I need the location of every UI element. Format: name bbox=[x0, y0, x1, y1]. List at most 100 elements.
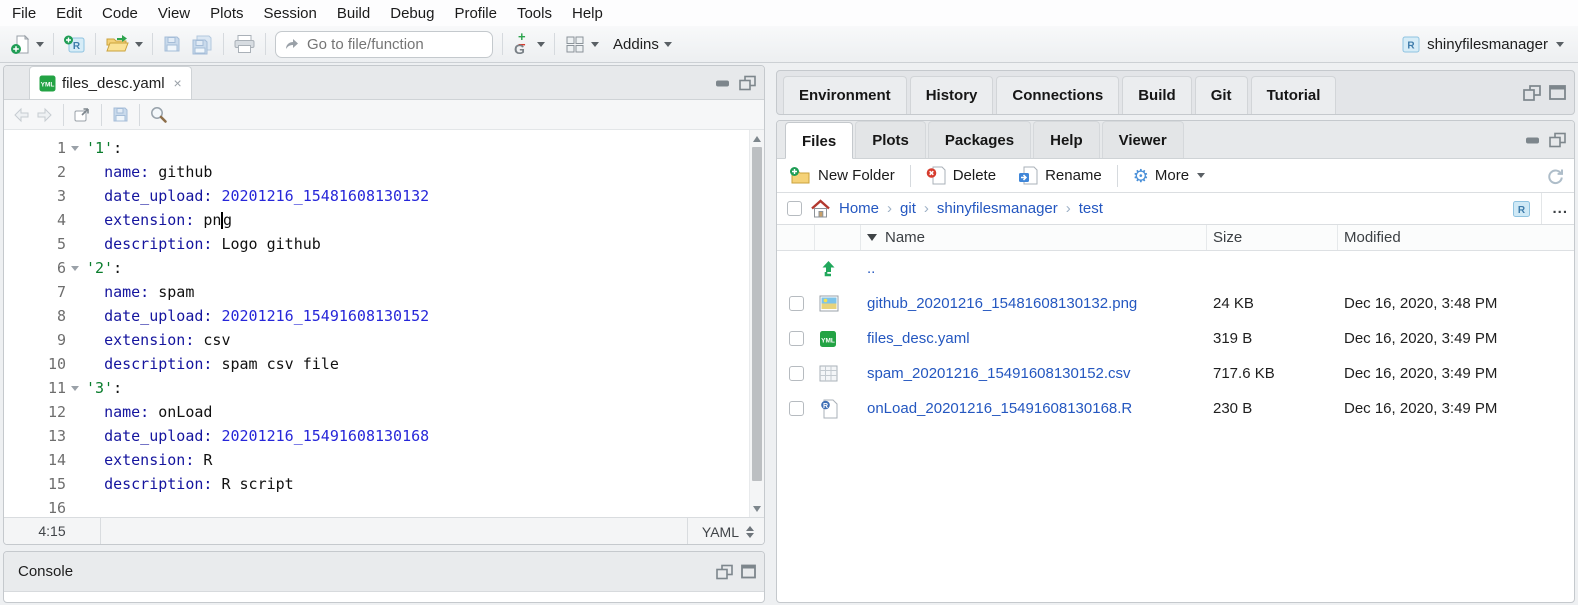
fold-toggle-icon[interactable] bbox=[66, 256, 86, 280]
fold-toggle-icon[interactable] bbox=[66, 136, 86, 160]
forward-icon[interactable] bbox=[35, 107, 54, 123]
header-name[interactable]: Name bbox=[861, 225, 1207, 250]
refresh-icon[interactable] bbox=[1545, 165, 1566, 186]
print-button[interactable] bbox=[229, 31, 260, 57]
tab-connections[interactable]: Connections bbox=[996, 76, 1119, 114]
goto-file-input[interactable] bbox=[307, 36, 457, 53]
editor-vertical-scrollbar[interactable] bbox=[749, 130, 764, 517]
tab-history[interactable]: History bbox=[910, 76, 994, 114]
header-modified[interactable]: Modified bbox=[1338, 225, 1574, 250]
table-row[interactable]: github_20201216_15481608130132.png24 KBD… bbox=[777, 286, 1574, 321]
code-line[interactable]: 16 bbox=[4, 496, 764, 520]
code-line[interactable]: 8 date_upload: 20201216_15491608130152 bbox=[4, 304, 764, 328]
code-line[interactable]: 2 name: github bbox=[4, 160, 764, 184]
menu-item-session[interactable]: Session bbox=[254, 2, 327, 25]
tab-files[interactable]: Files bbox=[785, 122, 853, 159]
home-icon[interactable] bbox=[810, 199, 831, 218]
open-in-new-window-icon[interactable] bbox=[73, 106, 92, 123]
breadcrumb-home[interactable]: Home bbox=[839, 200, 879, 217]
language-selector[interactable]: YAML bbox=[687, 518, 764, 545]
breadcrumb-git[interactable]: git bbox=[900, 200, 916, 217]
scrollbar-thumb[interactable] bbox=[752, 147, 762, 481]
code-line[interactable]: 3 date_upload: 20201216_15481608130132 bbox=[4, 184, 764, 208]
file-link[interactable]: github_20201216_15481608130132.png bbox=[861, 295, 1207, 312]
tab-help[interactable]: Help bbox=[1033, 121, 1100, 158]
menu-item-file[interactable]: File bbox=[2, 2, 46, 25]
menu-item-edit[interactable]: Edit bbox=[46, 2, 92, 25]
maximize-pane-icon[interactable] bbox=[739, 75, 756, 90]
code-line[interactable]: 4 extension: png bbox=[4, 208, 764, 232]
file-link[interactable]: onLoad_20201216_15491608130168.R bbox=[861, 400, 1207, 417]
menu-item-profile[interactable]: Profile bbox=[444, 2, 507, 25]
save-all-button[interactable] bbox=[186, 31, 218, 58]
code-line[interactable]: 9 extension: csv bbox=[4, 328, 764, 352]
workspace-panes-button[interactable] bbox=[560, 32, 603, 57]
code-line[interactable]: 6'2': bbox=[4, 256, 764, 280]
code-line[interactable]: 14 extension: R bbox=[4, 448, 764, 472]
goto-file-search[interactable] bbox=[275, 31, 493, 58]
minimize-pane-icon[interactable] bbox=[715, 77, 731, 89]
save-button[interactable] bbox=[158, 31, 186, 57]
restore-pane-icon[interactable] bbox=[1523, 85, 1541, 101]
tab-tutorial[interactable]: Tutorial bbox=[1251, 76, 1337, 114]
maximize-pane-icon[interactable] bbox=[1549, 85, 1566, 100]
close-tab-icon[interactable]: × bbox=[174, 75, 182, 91]
breadcrumb-shinyfilesmanager[interactable]: shinyfilesmanager bbox=[937, 200, 1058, 217]
code-line[interactable]: 1'1': bbox=[4, 136, 764, 160]
menu-item-code[interactable]: Code bbox=[92, 2, 148, 25]
code-line[interactable]: 10 description: spam csv file bbox=[4, 352, 764, 376]
more-button[interactable]: ⚙ More bbox=[1129, 165, 1209, 187]
scroll-up-icon[interactable] bbox=[753, 136, 761, 142]
scroll-down-icon[interactable] bbox=[753, 506, 761, 512]
menu-item-view[interactable]: View bbox=[148, 2, 200, 25]
back-icon[interactable] bbox=[12, 107, 31, 123]
addins-button[interactable]: Addins bbox=[609, 33, 676, 56]
code-line[interactable]: 5 description: Logo github bbox=[4, 232, 764, 256]
tab-packages[interactable]: Packages bbox=[928, 121, 1031, 158]
file-checkbox[interactable] bbox=[789, 401, 804, 416]
menu-item-tools[interactable]: Tools bbox=[507, 2, 562, 25]
file-link[interactable]: files_desc.yaml bbox=[861, 330, 1207, 347]
code-line[interactable]: 7 name: spam bbox=[4, 280, 764, 304]
code-line[interactable]: 11'3': bbox=[4, 376, 764, 400]
new-file-button[interactable] bbox=[6, 31, 48, 58]
minimize-pane-icon[interactable] bbox=[1525, 134, 1541, 146]
table-row[interactable]: spam_20201216_15491608130152.csv717.6 KB… bbox=[777, 356, 1574, 391]
code-line[interactable]: 12 name: onLoad bbox=[4, 400, 764, 424]
menu-item-plots[interactable]: Plots bbox=[200, 2, 253, 25]
file-checkbox[interactable] bbox=[789, 366, 804, 381]
select-all-checkbox[interactable] bbox=[787, 201, 802, 216]
code-line[interactable]: 13 date_upload: 20201216_15491608130168 bbox=[4, 424, 764, 448]
file-link[interactable]: spam_20201216_15491608130152.csv bbox=[861, 365, 1207, 382]
tab-git[interactable]: Git bbox=[1195, 76, 1248, 114]
project-selector[interactable]: R shinyfilesmanager bbox=[1397, 31, 1572, 57]
menu-item-build[interactable]: Build bbox=[327, 2, 380, 25]
maximize-pane-icon[interactable] bbox=[1549, 132, 1566, 147]
menu-item-debug[interactable]: Debug bbox=[380, 2, 444, 25]
delete-button[interactable]: Delete bbox=[922, 164, 1000, 187]
file-checkbox[interactable] bbox=[789, 296, 804, 311]
tab-plots[interactable]: Plots bbox=[855, 121, 926, 158]
file-checkbox[interactable] bbox=[789, 331, 804, 346]
code-line[interactable]: 15 description: R script bbox=[4, 472, 764, 496]
parent-directory-row[interactable]: .. bbox=[777, 251, 1574, 286]
tab-environment[interactable]: Environment bbox=[783, 76, 907, 114]
new-project-button[interactable]: R bbox=[59, 31, 90, 58]
header-size[interactable]: Size bbox=[1207, 225, 1338, 250]
open-file-button[interactable] bbox=[101, 31, 147, 57]
restore-pane-icon[interactable] bbox=[716, 564, 733, 579]
parent-directory-link[interactable]: .. bbox=[861, 260, 1207, 277]
fold-toggle-icon[interactable] bbox=[66, 376, 86, 400]
rename-button[interactable]: Rename bbox=[1014, 164, 1106, 187]
table-row[interactable]: RonLoad_20201216_15491608130168.R230 BDe… bbox=[777, 391, 1574, 426]
console-header[interactable]: Console bbox=[4, 552, 764, 592]
breadcrumb-test[interactable]: test bbox=[1079, 200, 1103, 217]
save-icon[interactable] bbox=[111, 105, 130, 124]
new-folder-button[interactable]: New Folder bbox=[785, 164, 899, 187]
more-options-button[interactable]: ... bbox=[1552, 200, 1568, 217]
maximize-pane-icon[interactable] bbox=[741, 565, 756, 579]
table-row[interactable]: YMLfiles_desc.yaml319 BDec 16, 2020, 3:4… bbox=[777, 321, 1574, 356]
tab-viewer[interactable]: Viewer bbox=[1102, 121, 1184, 158]
code-editor[interactable]: 1'1':2 name: github3 date_upload: 202012… bbox=[4, 130, 764, 517]
search-icon[interactable] bbox=[149, 105, 168, 124]
